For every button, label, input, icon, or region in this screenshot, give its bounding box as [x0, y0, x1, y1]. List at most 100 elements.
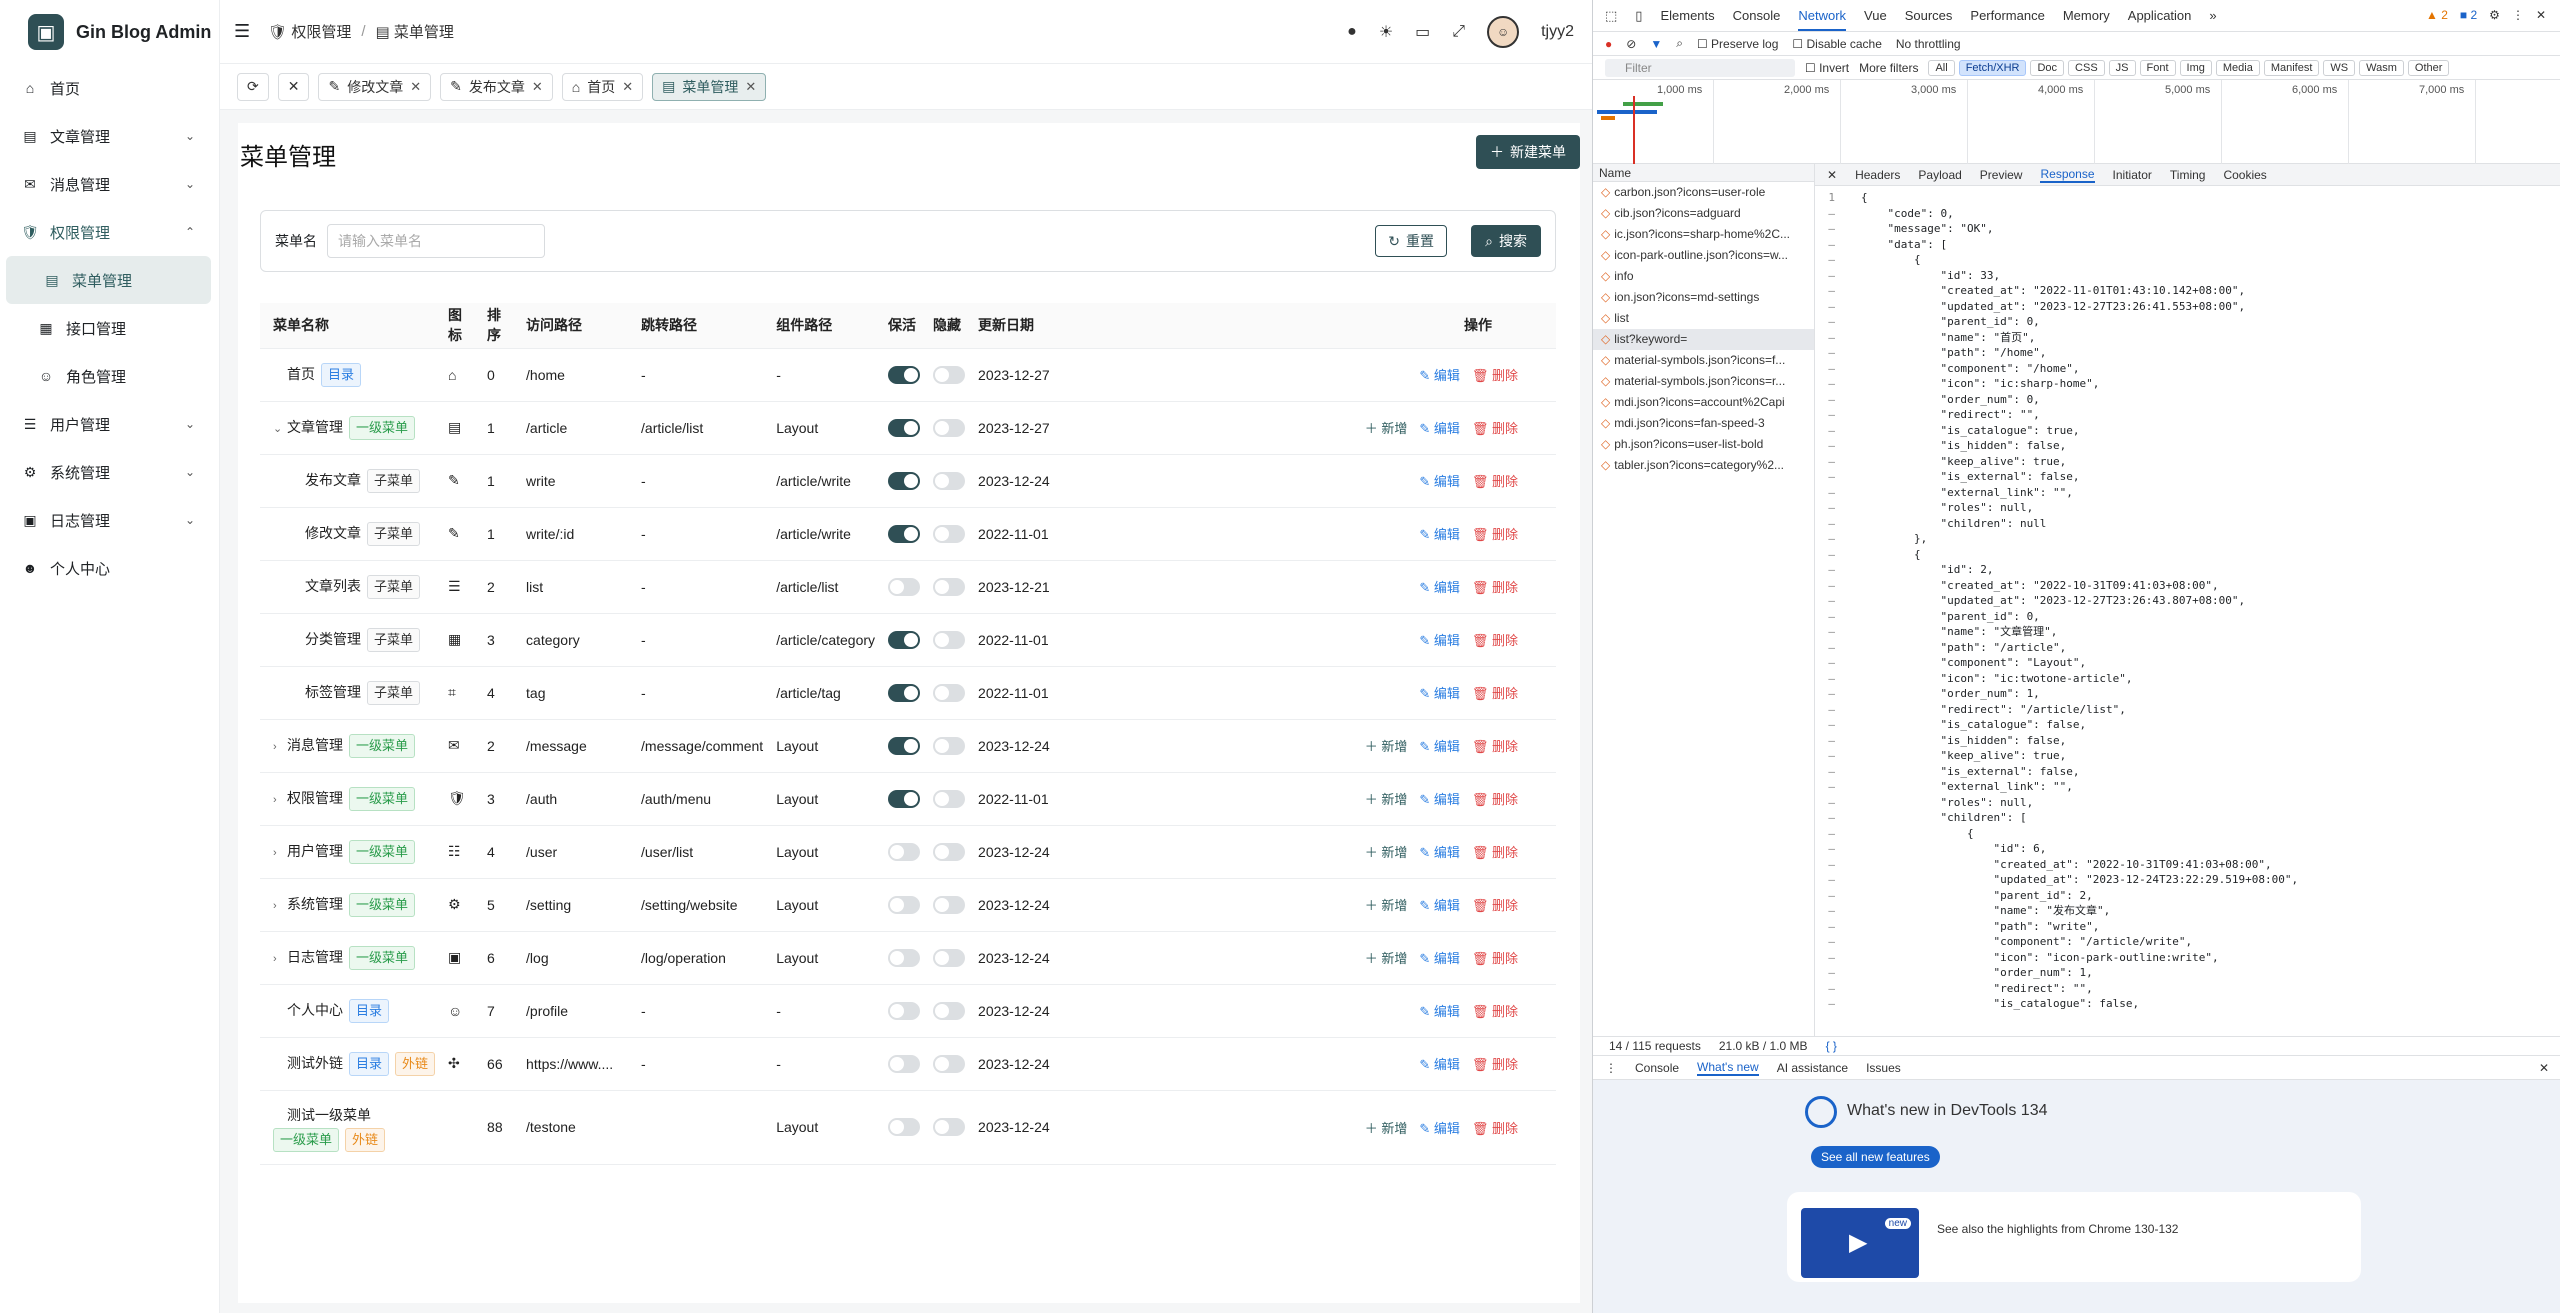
network-timeline[interactable]: 1,000 ms 2,000 ms 3,000 ms 4,000 ms 5,000 ms… — [1593, 80, 2560, 164]
tab-home[interactable]: ⌂ 首页 ✕ — [561, 72, 644, 101]
edit-button[interactable]: ✎ 编辑 — [1419, 736, 1460, 755]
edit-button[interactable]: ✎ 编辑 — [1419, 948, 1460, 967]
request-row[interactable]: ◇ mdi.json?icons=account%2Capi — [1593, 392, 1814, 413]
info-badge[interactable]: ■ 2 — [2460, 8, 2477, 22]
request-row[interactable]: ◇ material-symbols.json?icons=r... — [1593, 371, 1814, 392]
close-icon[interactable]: ✕ — [745, 79, 756, 95]
type-filter-chip[interactable]: Doc — [2030, 59, 2065, 76]
keep-alive-switch[interactable] — [888, 842, 921, 861]
delete-button[interactable]: 🗑 删除 — [1472, 1118, 1518, 1137]
keep-alive-switch[interactable] — [888, 948, 921, 967]
see-all-features-button[interactable]: See all new features — [1811, 1146, 1940, 1168]
devtools-tab-network[interactable]: Network — [1798, 8, 1847, 31]
request-row[interactable]: ◇ cib.json?icons=adguard — [1593, 203, 1814, 224]
request-row[interactable]: ◇ ion.json?icons=md-settings — [1593, 287, 1814, 308]
close-drawer-icon[interactable]: ✕ — [2539, 1061, 2549, 1075]
edit-button[interactable]: ✎ 编辑 — [1419, 789, 1460, 808]
keep-alive-switch[interactable] — [888, 683, 921, 702]
record-icon[interactable]: ● — [1605, 37, 1612, 51]
reset-button[interactable]: ↻ 重置 — [1375, 225, 1447, 257]
type-filter-chip[interactable]: JS — [2108, 59, 2136, 76]
device-icon[interactable]: ▯ — [1635, 8, 1642, 24]
new-menu-button[interactable]: ＋新建菜单 — [1476, 135, 1580, 169]
sidebar-item-message[interactable]: ✉ 消息管理 ⌄ — [0, 160, 211, 208]
close-icon[interactable]: ✕ — [410, 79, 421, 95]
type-filter-chip[interactable]: Wasm — [2359, 59, 2404, 76]
type-filter-chip[interactable]: WS — [2323, 59, 2356, 76]
type-filter-chip[interactable]: Font — [2139, 59, 2176, 76]
devtools-tab-sources[interactable]: Sources — [1905, 8, 1953, 23]
request-row[interactable]: ◇ ic.json?icons=sharp-home%2C... — [1593, 224, 1814, 245]
disable-cache-checkbox[interactable]: ☐ Disable cache — [1792, 37, 1881, 51]
devtools-tab-console[interactable]: Console — [1733, 8, 1781, 23]
hidden-switch[interactable] — [933, 736, 966, 755]
edit-button[interactable]: ✎ 编辑 — [1419, 577, 1460, 596]
keep-alive-switch[interactable] — [888, 471, 921, 490]
keep-alive-switch[interactable] — [888, 1001, 921, 1020]
inspect-icon[interactable]: ⬚ — [1605, 8, 1617, 24]
delete-button[interactable]: 🗑 删除 — [1472, 365, 1518, 384]
breadcrumb-auth[interactable]: 🛡 权限管理 — [268, 21, 351, 42]
hidden-switch[interactable] — [933, 1001, 966, 1020]
edit-button[interactable]: ✎ 编辑 — [1419, 1001, 1460, 1020]
filter-input[interactable]: Filter — [1605, 58, 1795, 77]
filter-icon[interactable]: ▼ — [1650, 37, 1662, 51]
keep-alive-switch[interactable] — [888, 630, 921, 649]
expand-row-icon[interactable]: › — [273, 847, 287, 859]
close-icon[interactable]: ✕ — [622, 79, 633, 95]
expand-row-icon[interactable]: › — [273, 741, 287, 753]
sidebar-item-system[interactable]: ⚙ 系统管理 ⌄ — [0, 448, 211, 496]
edit-button[interactable]: ✎ 编辑 — [1419, 365, 1460, 384]
request-row[interactable]: ◇ icon-park-outline.json?icons=w... — [1593, 245, 1814, 266]
edit-button[interactable]: ✎ 编辑 — [1419, 471, 1460, 490]
sidebar-item-home[interactable]: ⌂ 首页 — [0, 64, 211, 112]
hidden-switch[interactable] — [933, 524, 966, 543]
breadcrumb-menu[interactable]: ▤ 菜单管理 — [376, 21, 454, 42]
keep-alive-switch[interactable] — [888, 418, 921, 437]
preserve-log-checkbox[interactable]: ☐ Preserve log — [1697, 37, 1778, 51]
reload-tab-button[interactable]: ⟳ — [237, 72, 269, 101]
sidebar-item-auth[interactable]: 🛡 权限管理 ⌃ — [0, 208, 211, 256]
close-icon[interactable]: ✕ — [532, 79, 543, 95]
delete-button[interactable]: 🗑 删除 — [1472, 683, 1518, 702]
edit-button[interactable]: ✎ 编辑 — [1419, 524, 1460, 543]
menu-name-input[interactable] — [327, 224, 545, 258]
delete-button[interactable]: 🗑 删除 — [1472, 577, 1518, 596]
devtools-tab-elements[interactable]: Elements — [1660, 8, 1714, 23]
sidebar-item-api[interactable]: ▦ 接口管理 — [0, 304, 211, 352]
devtools-tab-performance[interactable]: Performance — [1970, 8, 2044, 23]
keep-alive-switch[interactable] — [888, 895, 921, 914]
request-row[interactable]: ◇ tabler.json?icons=category%2... — [1593, 455, 1814, 476]
type-filter-chip[interactable]: Manifest — [2263, 59, 2320, 76]
detail-tab-cookies[interactable]: Cookies — [2223, 168, 2266, 182]
type-filter-chip[interactable]: CSS — [2068, 59, 2105, 76]
detail-tab-preview[interactable]: Preview — [1980, 168, 2023, 182]
hidden-switch[interactable] — [933, 683, 966, 702]
hidden-switch[interactable] — [933, 1054, 966, 1073]
detail-tab-initiator[interactable]: Initiator — [2113, 168, 2152, 182]
tab-edit-article[interactable]: ✎ 修改文章 ✕ — [318, 72, 432, 101]
expand-row-icon[interactable]: › — [273, 953, 287, 965]
detail-tab-response[interactable]: Response — [2040, 167, 2095, 183]
type-filter-chip[interactable]: All — [1928, 59, 1955, 76]
name-column-header[interactable]: Name — [1593, 164, 1814, 182]
drawer-tab[interactable]: Console — [1635, 1061, 1679, 1075]
menu-collapse-icon[interactable]: ☰ — [234, 21, 250, 42]
drawer-tab[interactable]: AI assistance — [1777, 1061, 1848, 1075]
edit-button[interactable]: ✎ 编辑 — [1419, 842, 1460, 861]
sidebar-item-profile[interactable]: ☻ 个人中心 — [0, 544, 211, 592]
expand-row-icon[interactable]: › — [273, 794, 287, 806]
keep-alive-switch[interactable] — [888, 1118, 921, 1137]
add-child-button[interactable]: ＋ 新增 — [1365, 895, 1408, 914]
sidebar-item-article[interactable]: ▤ 文章管理 ⌄ — [0, 112, 211, 160]
request-row[interactable]: ◇ carbon.json?icons=user-role — [1593, 182, 1814, 203]
type-filter-chip[interactable]: Media — [2215, 59, 2260, 76]
delete-button[interactable]: 🗑 删除 — [1472, 842, 1518, 861]
type-filter-chip[interactable]: Fetch/XHR — [1958, 59, 2027, 76]
sidebar-item-user[interactable]: ☰ 用户管理 ⌄ — [0, 400, 211, 448]
detail-tab-payload[interactable]: Payload — [1918, 168, 1961, 182]
app-logo[interactable]: ▣ Gin Blog Admin — [0, 0, 219, 64]
user-name[interactable]: tjyy2 — [1541, 23, 1574, 41]
hidden-switch[interactable] — [933, 789, 966, 808]
tab-menu-management[interactable]: ▤ 菜单管理 ✕ — [652, 72, 767, 101]
